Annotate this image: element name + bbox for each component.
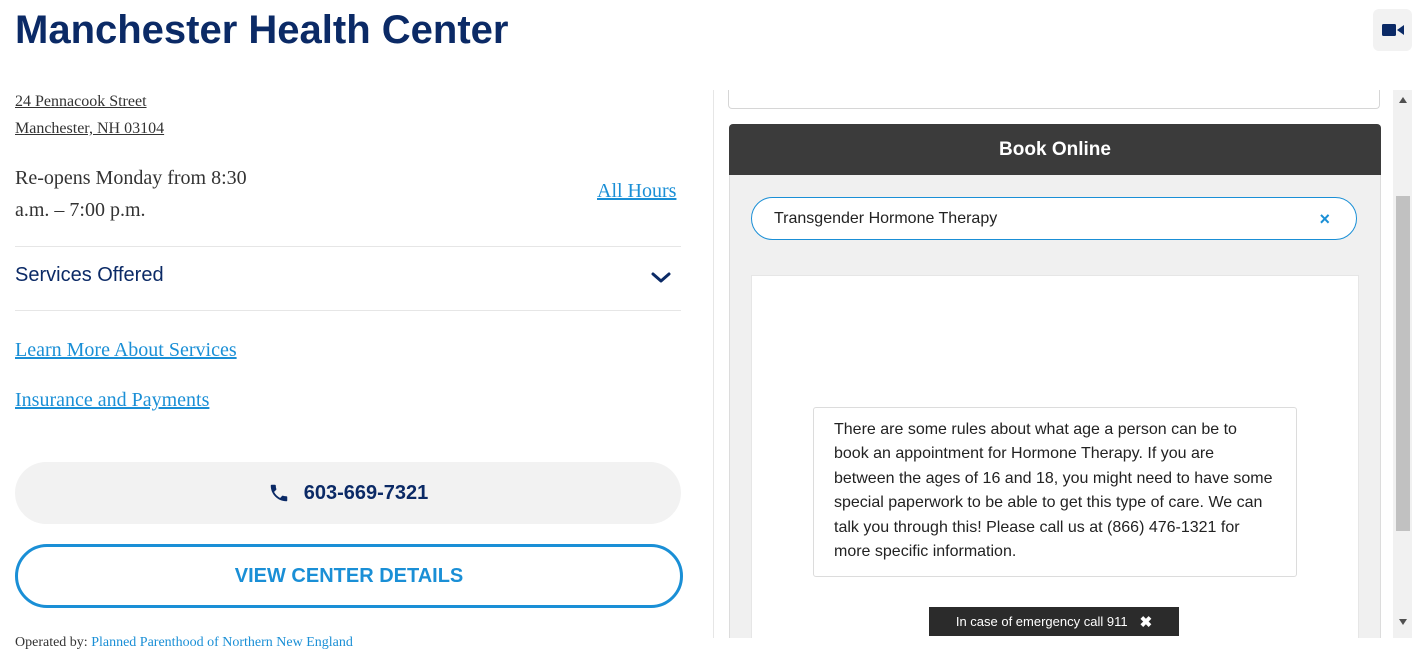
book-online-header: Book Online [729, 124, 1381, 175]
page-title: Manchester Health Center [15, 8, 509, 52]
emergency-banner: In case of emergency call 911 ✖ [929, 607, 1179, 636]
hours-status: Re-opens Monday from 8:30 a.m. – 7:00 p.… [15, 167, 247, 221]
divider [15, 246, 681, 247]
scroll-thumb[interactable] [1396, 196, 1410, 531]
scroll-up-arrow-icon[interactable] [1398, 96, 1408, 104]
selected-service-field[interactable]: Transgender Hormone Therapy × [751, 197, 1357, 240]
emergency-text: In case of emergency call 911 [955, 614, 1128, 629]
operated-by: Operated by: Planned Parenthood of North… [15, 635, 353, 651]
divider [15, 310, 681, 311]
clear-selection-icon[interactable]: × [1319, 209, 1330, 230]
phone-number: 603-669-7321 [303, 481, 429, 504]
video-button[interactable] [1373, 9, 1412, 51]
view-center-details-button[interactable]: VIEW CENTER DETAILS [15, 544, 683, 608]
operated-by-label: Operated by: [15, 635, 88, 650]
address-line-2[interactable]: Manchester, NH 03104 [15, 120, 164, 138]
video-camera-icon [1381, 24, 1404, 36]
address-line-1[interactable]: 24 Pennacook Street [15, 93, 147, 111]
operator-link[interactable]: Planned Parenthood of Northern New Engla… [91, 635, 353, 650]
scrollbar[interactable] [1393, 90, 1412, 638]
age-rules-message: There are some rules about what age a pe… [813, 407, 1297, 578]
booking-top-box [728, 90, 1380, 109]
emergency-close-icon[interactable]: ✖ [1140, 613, 1153, 631]
chevron-down-icon[interactable] [650, 270, 672, 284]
booking-panel: Book Online Transgender Hormone Therapy … [713, 90, 1412, 638]
all-hours-link[interactable]: All Hours [597, 180, 676, 203]
learn-more-services-link[interactable]: Learn More About Services [15, 339, 237, 362]
call-button[interactable]: 603-669-7321 [15, 462, 681, 524]
phone-icon [270, 484, 287, 502]
insurance-payments-link[interactable]: Insurance and Payments [15, 389, 209, 412]
scroll-down-arrow-icon[interactable] [1398, 618, 1408, 626]
services-offered-toggle[interactable]: Services Offered [15, 264, 164, 287]
selected-service-text: Transgender Hormone Therapy [774, 209, 998, 227]
